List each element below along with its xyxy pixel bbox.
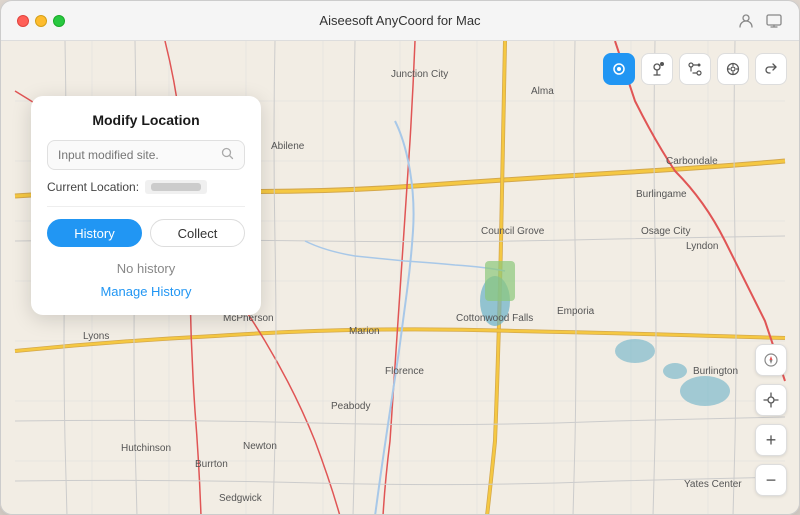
title-bar-actions [737, 12, 783, 30]
search-icon [221, 147, 234, 163]
maximize-button[interactable] [53, 15, 65, 27]
route-tool-btn[interactable] [679, 53, 711, 85]
location-pin-btn[interactable] [603, 53, 635, 85]
window-title: Aiseesoft AnyCoord for Mac [319, 13, 480, 28]
zoom-in-btn[interactable]: + [755, 424, 787, 456]
modify-location-panel: Modify Location Current Location: Hi [31, 96, 261, 315]
center-location-btn[interactable] [755, 384, 787, 416]
joystick-btn[interactable] [717, 53, 749, 85]
map-controls: + − [755, 344, 787, 496]
app-window: Aiseesoft AnyCoord for Mac [0, 0, 800, 515]
traffic-lights [17, 15, 65, 27]
zoom-out-btn[interactable]: − [755, 464, 787, 496]
compass-btn[interactable] [755, 344, 787, 376]
map-area[interactable]: Junction CityAlmaAbileneCarbondaleBurlin… [1, 41, 799, 515]
tab-row: History Collect [47, 219, 245, 247]
pin-tool-btn[interactable] [641, 53, 673, 85]
map-toolbar [603, 53, 787, 85]
no-history-text: No history [47, 261, 245, 276]
search-input[interactable] [58, 148, 221, 162]
history-tab[interactable]: History [47, 219, 142, 247]
minimize-button[interactable] [35, 15, 47, 27]
manage-history-link[interactable]: Manage History [47, 284, 245, 299]
panel-title: Modify Location [47, 112, 245, 128]
close-button[interactable] [17, 15, 29, 27]
user-icon[interactable] [737, 12, 755, 30]
collect-tab[interactable]: Collect [150, 219, 245, 247]
current-location-label: Current Location: [47, 180, 139, 194]
export-btn[interactable] [755, 53, 787, 85]
title-bar: Aiseesoft AnyCoord for Mac [1, 1, 799, 41]
current-location-row: Current Location: [47, 180, 245, 207]
current-location-value [145, 180, 207, 194]
screen-icon[interactable] [765, 12, 783, 30]
search-row[interactable] [47, 140, 245, 170]
